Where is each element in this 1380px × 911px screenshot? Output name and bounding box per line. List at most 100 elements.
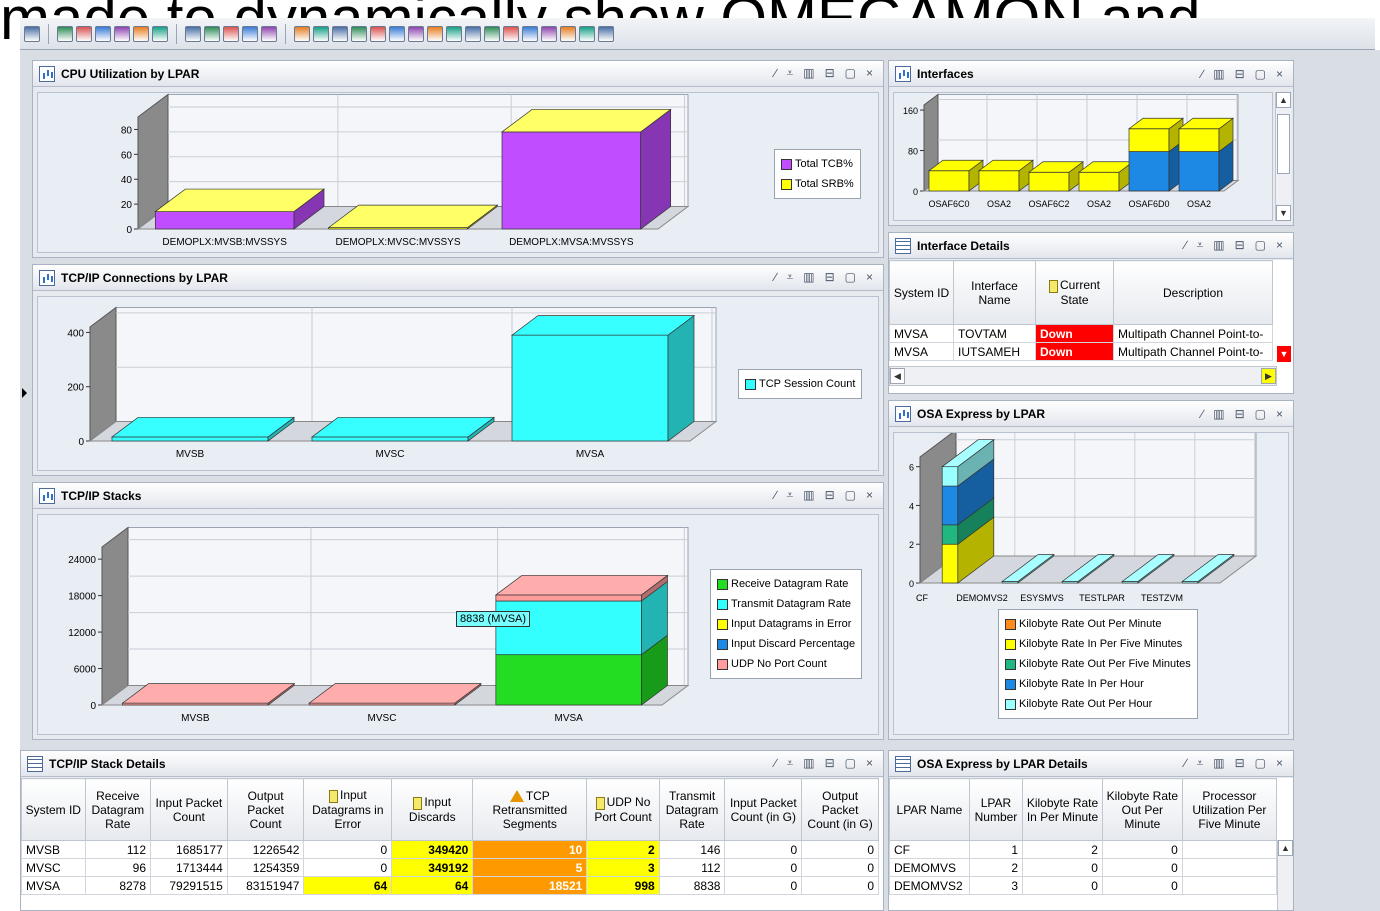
message-icon[interactable] xyxy=(484,25,500,42)
pin-icon[interactable]: ⩡ xyxy=(1196,756,1203,771)
horizontal-scrollbar[interactable]: ◀ ▶ xyxy=(889,366,1277,386)
stop-red-icon[interactable] xyxy=(204,25,220,42)
maximize-icon[interactable]: ▢ xyxy=(845,66,856,81)
close-icon[interactable]: × xyxy=(1276,238,1283,253)
notepad-icon[interactable] xyxy=(465,25,481,42)
scroll-left-icon[interactable]: ◀ xyxy=(890,368,905,384)
camera-icon[interactable] xyxy=(560,25,576,42)
bar-segment[interactable] xyxy=(495,654,642,706)
bar-segment[interactable] xyxy=(928,170,970,192)
split-horizontal-icon[interactable]: ⊟ xyxy=(825,756,835,771)
split-horizontal-icon[interactable]: ⊟ xyxy=(1235,756,1245,771)
column-header[interactable]: Input Packet Count xyxy=(150,778,228,841)
split-vertical-icon[interactable]: ▥ xyxy=(803,756,814,771)
scroll-right-icon[interactable]: ▶ xyxy=(1261,368,1276,384)
report-icon[interactable] xyxy=(76,25,92,42)
maximize-icon[interactable]: ▢ xyxy=(845,756,856,771)
filter-icon[interactable] xyxy=(522,25,538,42)
bar-segment[interactable] xyxy=(1178,128,1220,152)
palette-icon[interactable] xyxy=(294,25,310,42)
bar-segment[interactable] xyxy=(941,524,959,545)
table-row[interactable]: DEMOMVS 2 0 0 xyxy=(889,858,1278,877)
grid2-icon[interactable] xyxy=(598,25,614,42)
pin-icon[interactable]: ⩡ xyxy=(786,756,793,771)
stop-gray-icon[interactable] xyxy=(185,25,201,42)
column-header[interactable]: System ID xyxy=(889,260,954,325)
topology-icon[interactable] xyxy=(579,25,595,42)
home-icon[interactable] xyxy=(242,25,258,42)
edit-icon[interactable]: ∕ xyxy=(774,488,776,503)
link-icon[interactable] xyxy=(95,25,111,42)
bar-segment[interactable] xyxy=(501,131,642,230)
close-icon[interactable]: × xyxy=(866,270,873,285)
edit-icon[interactable]: ∕ xyxy=(774,66,776,81)
maximize-icon[interactable]: ▢ xyxy=(845,488,856,503)
maximize-icon[interactable]: ▢ xyxy=(1255,67,1266,81)
user-icon[interactable] xyxy=(133,25,149,42)
table-row[interactable]: MVSA 8278 79291515 83151947 64 64 18521 998 8838… xyxy=(21,876,879,895)
column-header[interactable]: UDP No Port Count xyxy=(586,778,660,841)
close-icon[interactable]: × xyxy=(866,756,873,771)
table-row[interactable]: MVSB 112 1685177 1226542 0 349420 10 2 146 0 0 xyxy=(21,840,879,859)
maximize-icon[interactable]: ▢ xyxy=(845,270,856,285)
column-header[interactable]: Input Discards xyxy=(391,778,474,841)
pin-icon[interactable]: ⩡ xyxy=(786,488,793,503)
bar-segment[interactable] xyxy=(941,543,959,584)
bar-segment[interactable] xyxy=(154,211,295,230)
flag-icon[interactable] xyxy=(541,25,557,42)
split-vertical-icon[interactable]: ▥ xyxy=(1213,238,1224,253)
edit-icon[interactable]: ∕ xyxy=(1184,238,1186,253)
split-horizontal-icon[interactable]: ⊟ xyxy=(1235,407,1245,421)
column-header[interactable]: LPAR Number xyxy=(968,778,1024,841)
save-disk-icon[interactable] xyxy=(408,25,424,42)
text-icon[interactable] xyxy=(427,25,443,42)
split-horizontal-icon[interactable]: ⊟ xyxy=(825,66,835,81)
bar-segment[interactable] xyxy=(511,334,669,442)
column-header[interactable]: TCP Retransmitted Segments xyxy=(472,778,588,841)
pin-icon[interactable]: ⩡ xyxy=(1196,238,1203,253)
table-row[interactable]: MVSA IUTSAMEH Down Multipath Channel Point-… xyxy=(889,342,1273,361)
bar-segment[interactable] xyxy=(1078,171,1120,192)
help-icon[interactable] xyxy=(152,25,168,42)
column-header[interactable]: Transmit Datagram Rate xyxy=(658,778,726,841)
table-row[interactable]: CF 1 2 0 xyxy=(889,840,1278,859)
pin-icon[interactable]: ⩡ xyxy=(786,66,793,81)
column-header[interactable]: Receive Datagram Rate xyxy=(84,778,152,841)
line-chart-icon[interactable] xyxy=(370,25,386,42)
edit-icon[interactable]: ∕ xyxy=(774,756,776,771)
split-horizontal-icon[interactable]: ⊟ xyxy=(825,488,835,503)
bar-segment[interactable] xyxy=(495,594,642,602)
bar-segment[interactable] xyxy=(111,436,269,442)
maximize-icon[interactable]: ▢ xyxy=(1255,756,1266,771)
bar-segment[interactable] xyxy=(1128,128,1170,152)
scroll-up-icon[interactable]: ▲ xyxy=(1278,840,1293,856)
column-header[interactable]: Kilobyte Rate In Per Minute xyxy=(1022,778,1103,841)
column-header[interactable]: Interface Name xyxy=(953,260,1036,325)
column-header[interactable]: Kilobyte Rate Out Per Minute xyxy=(1101,778,1183,841)
close-icon[interactable]: × xyxy=(866,66,873,81)
edit-icon[interactable]: ∕ xyxy=(1184,756,1186,771)
gauge-icon[interactable] xyxy=(389,25,405,42)
scroll-thumb[interactable] xyxy=(1277,114,1290,174)
save-icon[interactable] xyxy=(24,25,40,42)
column-header[interactable]: Input Packet Count (in G) xyxy=(724,778,803,841)
split-vertical-icon[interactable]: ▥ xyxy=(803,66,814,81)
bar-segment[interactable] xyxy=(941,466,959,487)
maximize-icon[interactable]: ▢ xyxy=(1255,407,1266,421)
split-vertical-icon[interactable]: ▥ xyxy=(1213,407,1224,421)
edit-icon[interactable]: ∕ xyxy=(1201,407,1203,421)
table-row[interactable]: MVSA TOVTAM Down Multipath Channel Point-to… xyxy=(889,324,1273,343)
split-horizontal-icon[interactable]: ⊟ xyxy=(1235,238,1245,253)
globe-icon[interactable] xyxy=(503,25,519,42)
table-row[interactable]: MVSC 96 1713444 1254359 0 349192 5 3 112 0 0 xyxy=(21,858,879,877)
bar-segment[interactable] xyxy=(311,436,469,442)
close-icon[interactable]: × xyxy=(1276,756,1283,771)
collapse-arrow-icon[interactable] xyxy=(22,388,27,398)
vertical-scrollbar[interactable]: ▲ ▼ xyxy=(1275,92,1291,221)
split-horizontal-icon[interactable]: ⊟ xyxy=(1235,67,1245,81)
column-header[interactable]: LPAR Name xyxy=(889,778,970,841)
close-icon[interactable]: × xyxy=(1276,67,1283,81)
bar-segment[interactable] xyxy=(1178,151,1220,192)
split-vertical-icon[interactable]: ▥ xyxy=(1213,756,1224,771)
split-vertical-icon[interactable]: ▥ xyxy=(803,270,814,285)
